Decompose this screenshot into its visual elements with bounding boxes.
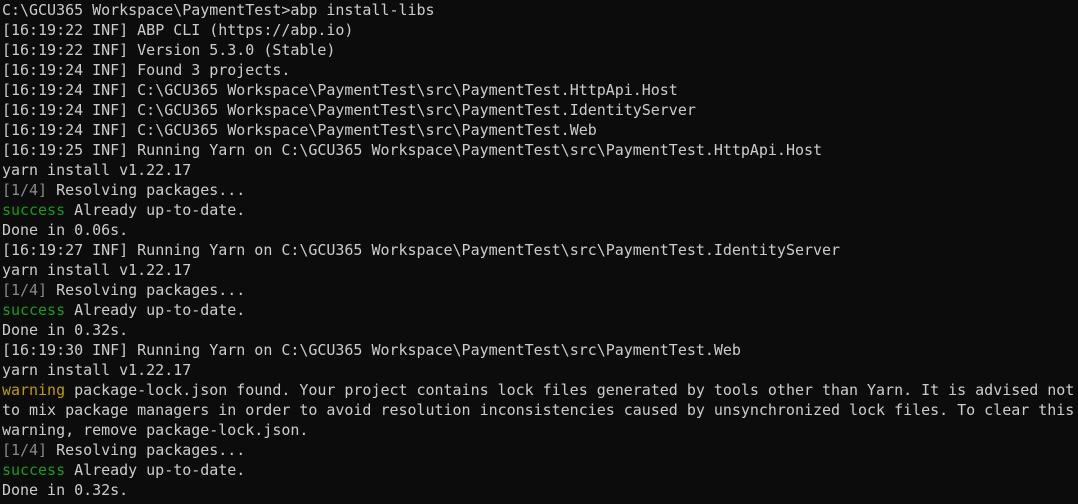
console-text-default: Already up-to-date. (65, 201, 246, 219)
console-line: Done in 0.32s. (2, 480, 1078, 500)
console-text-dim: [1/4] (2, 181, 48, 199)
console-text-default: [16:19:22 INF] (2, 41, 138, 59)
console-line: [16:19:25 INF] Running Yarn on C:\GCU365… (2, 140, 1078, 160)
console-text-default: to mix package managers in order to avoi… (2, 401, 1075, 419)
console-text-default: [16:19:24 INF] (2, 101, 138, 119)
console-text-default: [16:19:27 INF] (2, 241, 138, 259)
console-text-default: Done in 0.06s. (2, 221, 129, 239)
console-text-default: Running Yarn on C:\GCU365 Workspace\Paym… (137, 141, 822, 159)
console-text-default: ABP CLI (https://abp.io) (137, 21, 354, 39)
console-text-success: success (2, 201, 66, 219)
terminal-output[interactable]: C:\GCU365 Workspace\PaymentTest>abp inst… (0, 0, 1078, 504)
console-text-default: Done in 0.32s. (2, 321, 129, 339)
console-text-default: Already up-to-date. (65, 461, 246, 479)
console-text-default: Version 5.3.0 (Stable) (137, 41, 336, 59)
console-text-default: Resolving packages... (47, 441, 246, 459)
console-line: warning package-lock.json found. Your pr… (2, 380, 1078, 400)
console-text-warning: warning (2, 381, 66, 399)
console-line: [16:19:24 INF] C:\GCU365 Workspace\Payme… (2, 80, 1078, 100)
console-line: Done in 0.32s. (2, 320, 1078, 340)
console-text-default: Running Yarn on C:\GCU365 Workspace\Paym… (137, 341, 741, 359)
console-text-default: C:\GCU365 Workspace\PaymentTest\src\Paym… (137, 101, 696, 119)
console-text-default: C:\GCU365 Workspace\PaymentTest>abp inst… (2, 1, 435, 19)
console-line: yarn install v1.22.17 (2, 160, 1078, 180)
console-line: [1/4] Resolving packages... (2, 440, 1078, 460)
console-text-default: yarn install v1.22.17 (2, 361, 192, 379)
console-text-default: yarn install v1.22.17 (2, 261, 192, 279)
console-text-dim: [1/4] (2, 281, 48, 299)
console-text-default: Running Yarn on C:\GCU365 Workspace\Paym… (137, 241, 841, 259)
console-line: [16:19:24 INF] C:\GCU365 Workspace\Payme… (2, 120, 1078, 140)
console-text-default: [16:19:24 INF] (2, 121, 138, 139)
console-text-default: Done in 0.32s. (2, 481, 129, 499)
console-text-default: [16:19:24 INF] (2, 81, 138, 99)
console-text-dim: [1/4] (2, 441, 48, 459)
console-line: Done in 0.06s. (2, 220, 1078, 240)
console-text-default: warning, remove package-lock.json. (2, 421, 309, 439)
console-line: yarn install v1.22.17 (2, 360, 1078, 380)
console-line: [16:19:22 INF] Version 5.3.0 (Stable) (2, 40, 1078, 60)
console-text-default: [16:19:25 INF] (2, 141, 138, 159)
console-line: success Already up-to-date. (2, 200, 1078, 220)
console-line: C:\GCU365 Workspace\PaymentTest>abp inst… (2, 0, 1078, 20)
console-line: [16:19:24 INF] C:\GCU365 Workspace\Payme… (2, 100, 1078, 120)
console-line: [16:19:24 INF] Found 3 projects. (2, 60, 1078, 80)
console-line: [16:19:30 INF] Running Yarn on C:\GCU365… (2, 340, 1078, 360)
console-text-default: Already up-to-date. (65, 301, 246, 319)
console-text-success: success (2, 301, 66, 319)
console-line: warning, remove package-lock.json. (2, 420, 1078, 440)
console-text-default: [16:19:24 INF] (2, 61, 138, 79)
console-line: [16:19:22 INF] ABP CLI (https://abp.io) (2, 20, 1078, 40)
console-text-default: yarn install v1.22.17 (2, 161, 192, 179)
console-text-default: Resolving packages... (47, 181, 246, 199)
console-line: success Already up-to-date. (2, 300, 1078, 320)
console-text-default: C:\GCU365 Workspace\PaymentTest\src\Paym… (137, 121, 597, 139)
console-text-default: C:\GCU365 Workspace\PaymentTest\src\Paym… (137, 81, 678, 99)
console-text-default: Found 3 projects. (137, 61, 291, 79)
console-line: [1/4] Resolving packages... (2, 180, 1078, 200)
console-text-default: [16:19:22 INF] (2, 21, 138, 39)
console-text-default: package-lock.json found. Your project co… (65, 381, 1075, 399)
console-line: yarn install v1.22.17 (2, 260, 1078, 280)
console-text-default: Resolving packages... (47, 281, 246, 299)
console-line: [16:19:27 INF] Running Yarn on C:\GCU365… (2, 240, 1078, 260)
console-line: [1/4] Resolving packages... (2, 280, 1078, 300)
console-text-success: success (2, 461, 66, 479)
console-line: to mix package managers in order to avoi… (2, 400, 1078, 420)
console-text-default: [16:19:30 INF] (2, 341, 138, 359)
console-line: success Already up-to-date. (2, 460, 1078, 480)
